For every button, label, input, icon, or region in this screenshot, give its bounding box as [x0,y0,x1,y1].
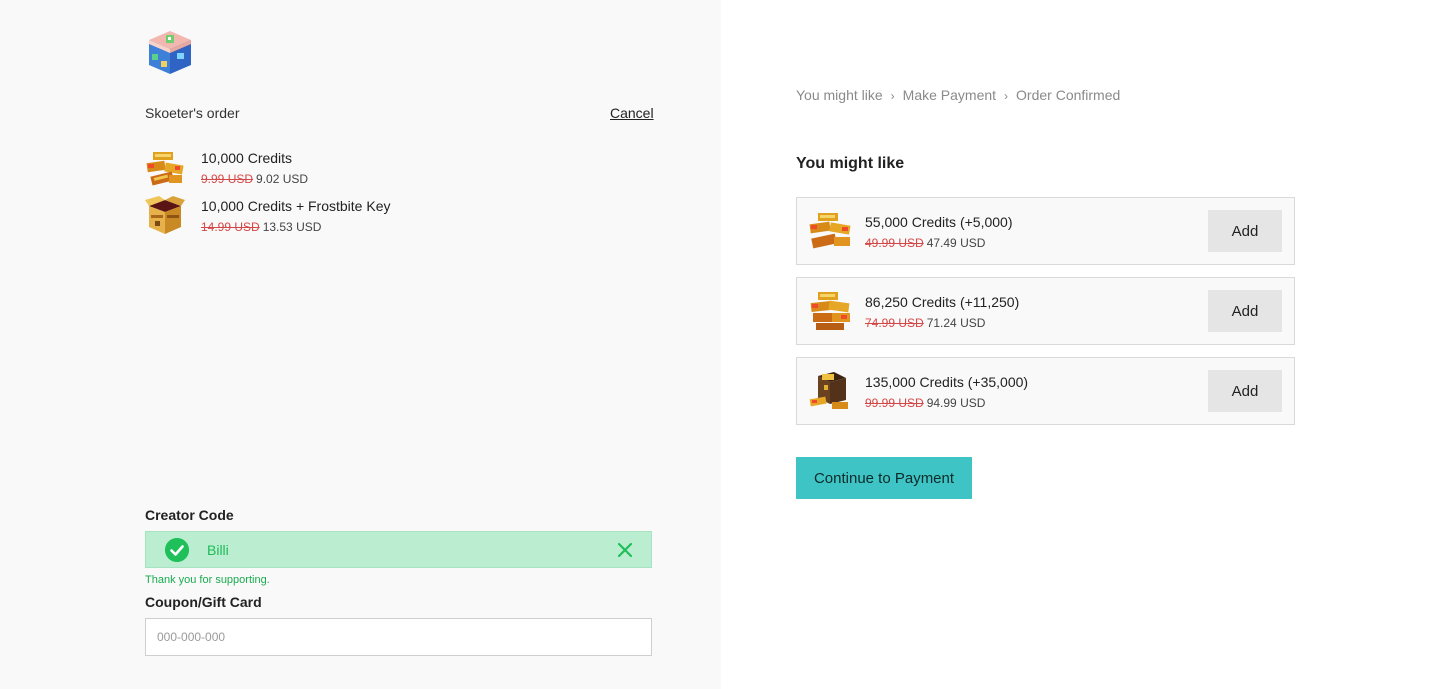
continue-to-payment-button[interactable]: Continue to Payment [796,457,972,499]
breadcrumb-you-might-like[interactable]: You might like [796,87,883,103]
order-item-price: 14.99 USD 13.53 USD [201,220,321,234]
add-button[interactable]: Add [1208,210,1282,252]
coupon-label: Coupon/Gift Card [145,594,262,610]
order-title: Skoeter's order [145,105,240,121]
recommendation-name: 135,000 Credits (+35,000) [865,374,1029,390]
discounted-price: 71.24 USD [926,316,986,330]
order-item: 10,000 Credits + Frostbite Key 14.99 USD… [145,196,565,238]
discounted-price: 47.49 USD [926,236,986,250]
creator-code-success-message: Thank you for supporting. [145,574,270,586]
credits-stack-icon [810,292,850,330]
breadcrumb: You might like › Make Payment › Order Confir… [796,87,1120,103]
original-price: 49.99 USD [865,236,924,250]
order-summary-panel: Skoeter's order Cancel 10,000 Credits 9.… [0,0,721,689]
recommendation-price: 74.99 USD 71.24 USD [865,316,985,330]
credits-pile-icon [146,152,184,186]
chevron-right-icon: › [890,89,895,103]
recommendations-title: You might like [796,155,905,172]
recommendation-card: 55,000 Credits (+5,000) 49.99 USD 47.49 U… [796,197,1295,265]
check-circle-icon [165,538,189,562]
recommendation-name: 55,000 Credits (+5,000) [865,214,1013,230]
recommendation-price: 99.99 USD 94.99 USD [865,396,985,410]
original-price: 99.99 USD [865,396,924,410]
order-item-price: 9.99 USD 9.02 USD [201,172,308,186]
recommendation-card: 135,000 Credits (+35,000) 99.99 USD 94.99… [796,357,1295,425]
add-button[interactable]: Add [1208,290,1282,332]
discounted-price: 13.53 USD [262,220,322,234]
recommendation-price: 49.99 USD 47.49 USD [865,236,985,250]
creator-code-label: Creator Code [145,507,234,523]
original-price: 14.99 USD [201,220,260,234]
add-button[interactable]: Add [1208,370,1282,412]
original-price: 74.99 USD [865,316,924,330]
order-item: 10,000 Credits 9.99 USD 9.02 USD [145,148,565,190]
order-item-name: 10,000 Credits [201,150,293,166]
recommendation-card: 86,250 Credits (+11,250) 74.99 USD 71.24 … [796,277,1295,345]
cancel-link[interactable]: Cancel [610,105,654,121]
creator-code-value: Billi [207,542,229,558]
original-price: 9.99 USD [201,172,254,186]
discounted-price: 94.99 USD [926,396,986,410]
breadcrumb-order-confirmed[interactable]: Order Confirmed [1016,87,1120,103]
chevron-right-icon: › [1004,89,1009,103]
treasure-chest-icon [809,372,848,409]
credits-pile-icon [809,213,851,249]
order-item-name: 10,000 Credits + Frostbite Key [201,198,391,214]
discounted-price: 9.02 USD [256,172,309,186]
coupon-input[interactable] [145,618,652,656]
breadcrumb-make-payment[interactable]: Make Payment [903,87,996,103]
open-crate-icon [145,196,185,234]
creator-code-applied: Billi [145,531,652,568]
recommendation-name: 86,250 Credits (+11,250) [865,294,1020,310]
close-icon[interactable] [616,541,634,559]
store-logo-icon [149,31,191,74]
